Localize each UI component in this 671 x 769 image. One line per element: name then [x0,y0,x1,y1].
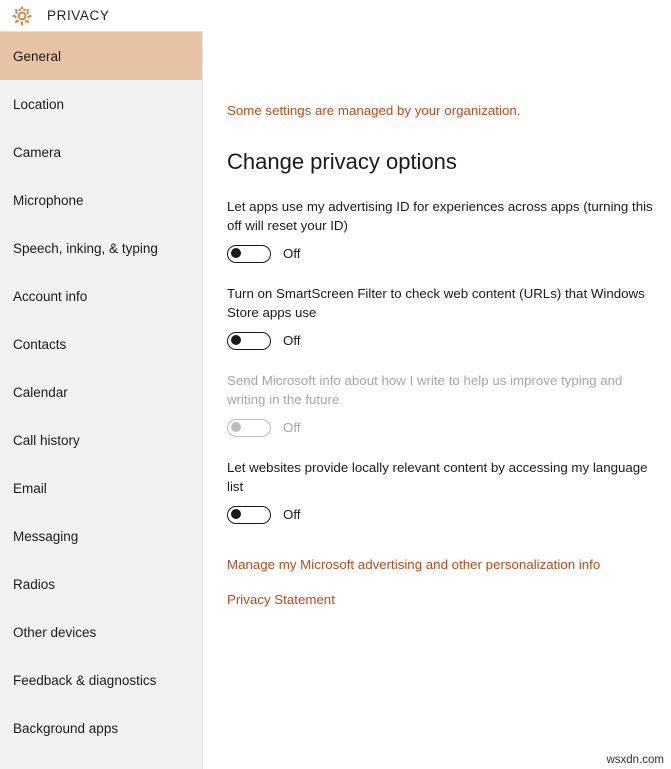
toggle-row: Off [227,332,671,350]
sidebar-item-label: Other devices [13,625,96,640]
manage-advertising-info-link[interactable]: Manage my Microsoft advertising and othe… [227,557,671,572]
toggle-state-label: Off [283,246,301,261]
toggle-state-label: Off [283,333,301,348]
sidebar-item-label: Microphone [13,193,84,208]
setting-label: Let websites provide locally relevant co… [227,458,657,497]
privacy-statement-link[interactable]: Privacy Statement [227,592,671,607]
window-content: General Location Camera Microphone Speec… [0,31,671,769]
sidebar-item-calendar[interactable]: Calendar [0,368,202,416]
sidebar-item-email[interactable]: Email [0,464,202,512]
gear-icon [11,5,33,27]
sidebar-item-label: Account info [13,289,87,304]
setting-label: Let apps use my advertising ID for exper… [227,197,657,236]
org-managed-notice: Some settings are managed by your organi… [227,102,671,119]
sidebar-item-call-history[interactable]: Call history [0,416,202,464]
sidebar-item-label: Radios [13,577,55,592]
sidebar-item-label: Feedback & diagnostics [13,673,156,688]
typing-writing-info-toggle [227,419,271,437]
toggle-state-label: Off [283,420,301,435]
sidebar-item-label: Speech, inking, & typing [13,241,158,256]
sidebar-item-radios[interactable]: Radios [0,560,202,608]
sidebar-item-background-apps[interactable]: Background apps [0,704,202,752]
sidebar-item-other-devices[interactable]: Other devices [0,608,202,656]
settings-window: PRIVACY General Location Camera Micropho… [0,0,671,769]
sidebar-item-account-info[interactable]: Account info [0,272,202,320]
toggle-knob [231,335,241,345]
sidebar-item-label: Contacts [13,337,66,352]
sidebar-item-camera[interactable]: Camera [0,128,202,176]
sidebar-item-label: Calendar [13,385,68,400]
settings-sidebar: General Location Camera Microphone Speec… [0,31,203,769]
toggle-row: Off [227,419,671,437]
sidebar-item-label: Messaging [13,529,78,544]
toggle-knob [231,422,241,432]
sidebar-item-label: Location [13,97,64,112]
setting-label: Turn on SmartScreen Filter to check web … [227,284,657,323]
advertising-id-toggle[interactable] [227,245,271,263]
toggle-knob [231,509,241,519]
page-title: Change privacy options [227,149,671,175]
sidebar-item-label: Camera [13,145,61,160]
setting-label: Send Microsoft info about how I write to… [227,371,657,410]
setting-advertising-id: Let apps use my advertising ID for exper… [227,197,671,263]
sidebar-item-label: Email [13,481,47,496]
setting-typing-writing-info: Send Microsoft info about how I write to… [227,371,671,437]
setting-smartscreen-filter: Turn on SmartScreen Filter to check web … [227,284,671,350]
sidebar-item-feedback-diagnostics[interactable]: Feedback & diagnostics [0,656,202,704]
language-list-toggle[interactable] [227,506,271,524]
setting-language-list: Let websites provide locally relevant co… [227,458,671,524]
toggle-knob [231,248,241,258]
sidebar-item-contacts[interactable]: Contacts [0,320,202,368]
toggle-row: Off [227,245,671,263]
sidebar-item-label: Call history [13,433,80,448]
toggle-row: Off [227,506,671,524]
sidebar-item-messaging[interactable]: Messaging [0,512,202,560]
smartscreen-filter-toggle[interactable] [227,332,271,350]
toggle-state-label: Off [283,507,301,522]
settings-main-pane: Some settings are managed by your organi… [203,31,671,769]
sidebar-item-general[interactable]: General [0,32,202,80]
watermark: wsxdn.com [606,754,664,766]
sidebar-item-label: General [13,49,61,64]
sidebar-item-speech-inking-typing[interactable]: Speech, inking, & typing [0,224,202,272]
sidebar-item-location[interactable]: Location [0,80,202,128]
sidebar-item-microphone[interactable]: Microphone [0,176,202,224]
title-bar: PRIVACY [0,0,671,31]
window-title: PRIVACY [47,8,109,23]
sidebar-item-label: Background apps [13,721,118,736]
